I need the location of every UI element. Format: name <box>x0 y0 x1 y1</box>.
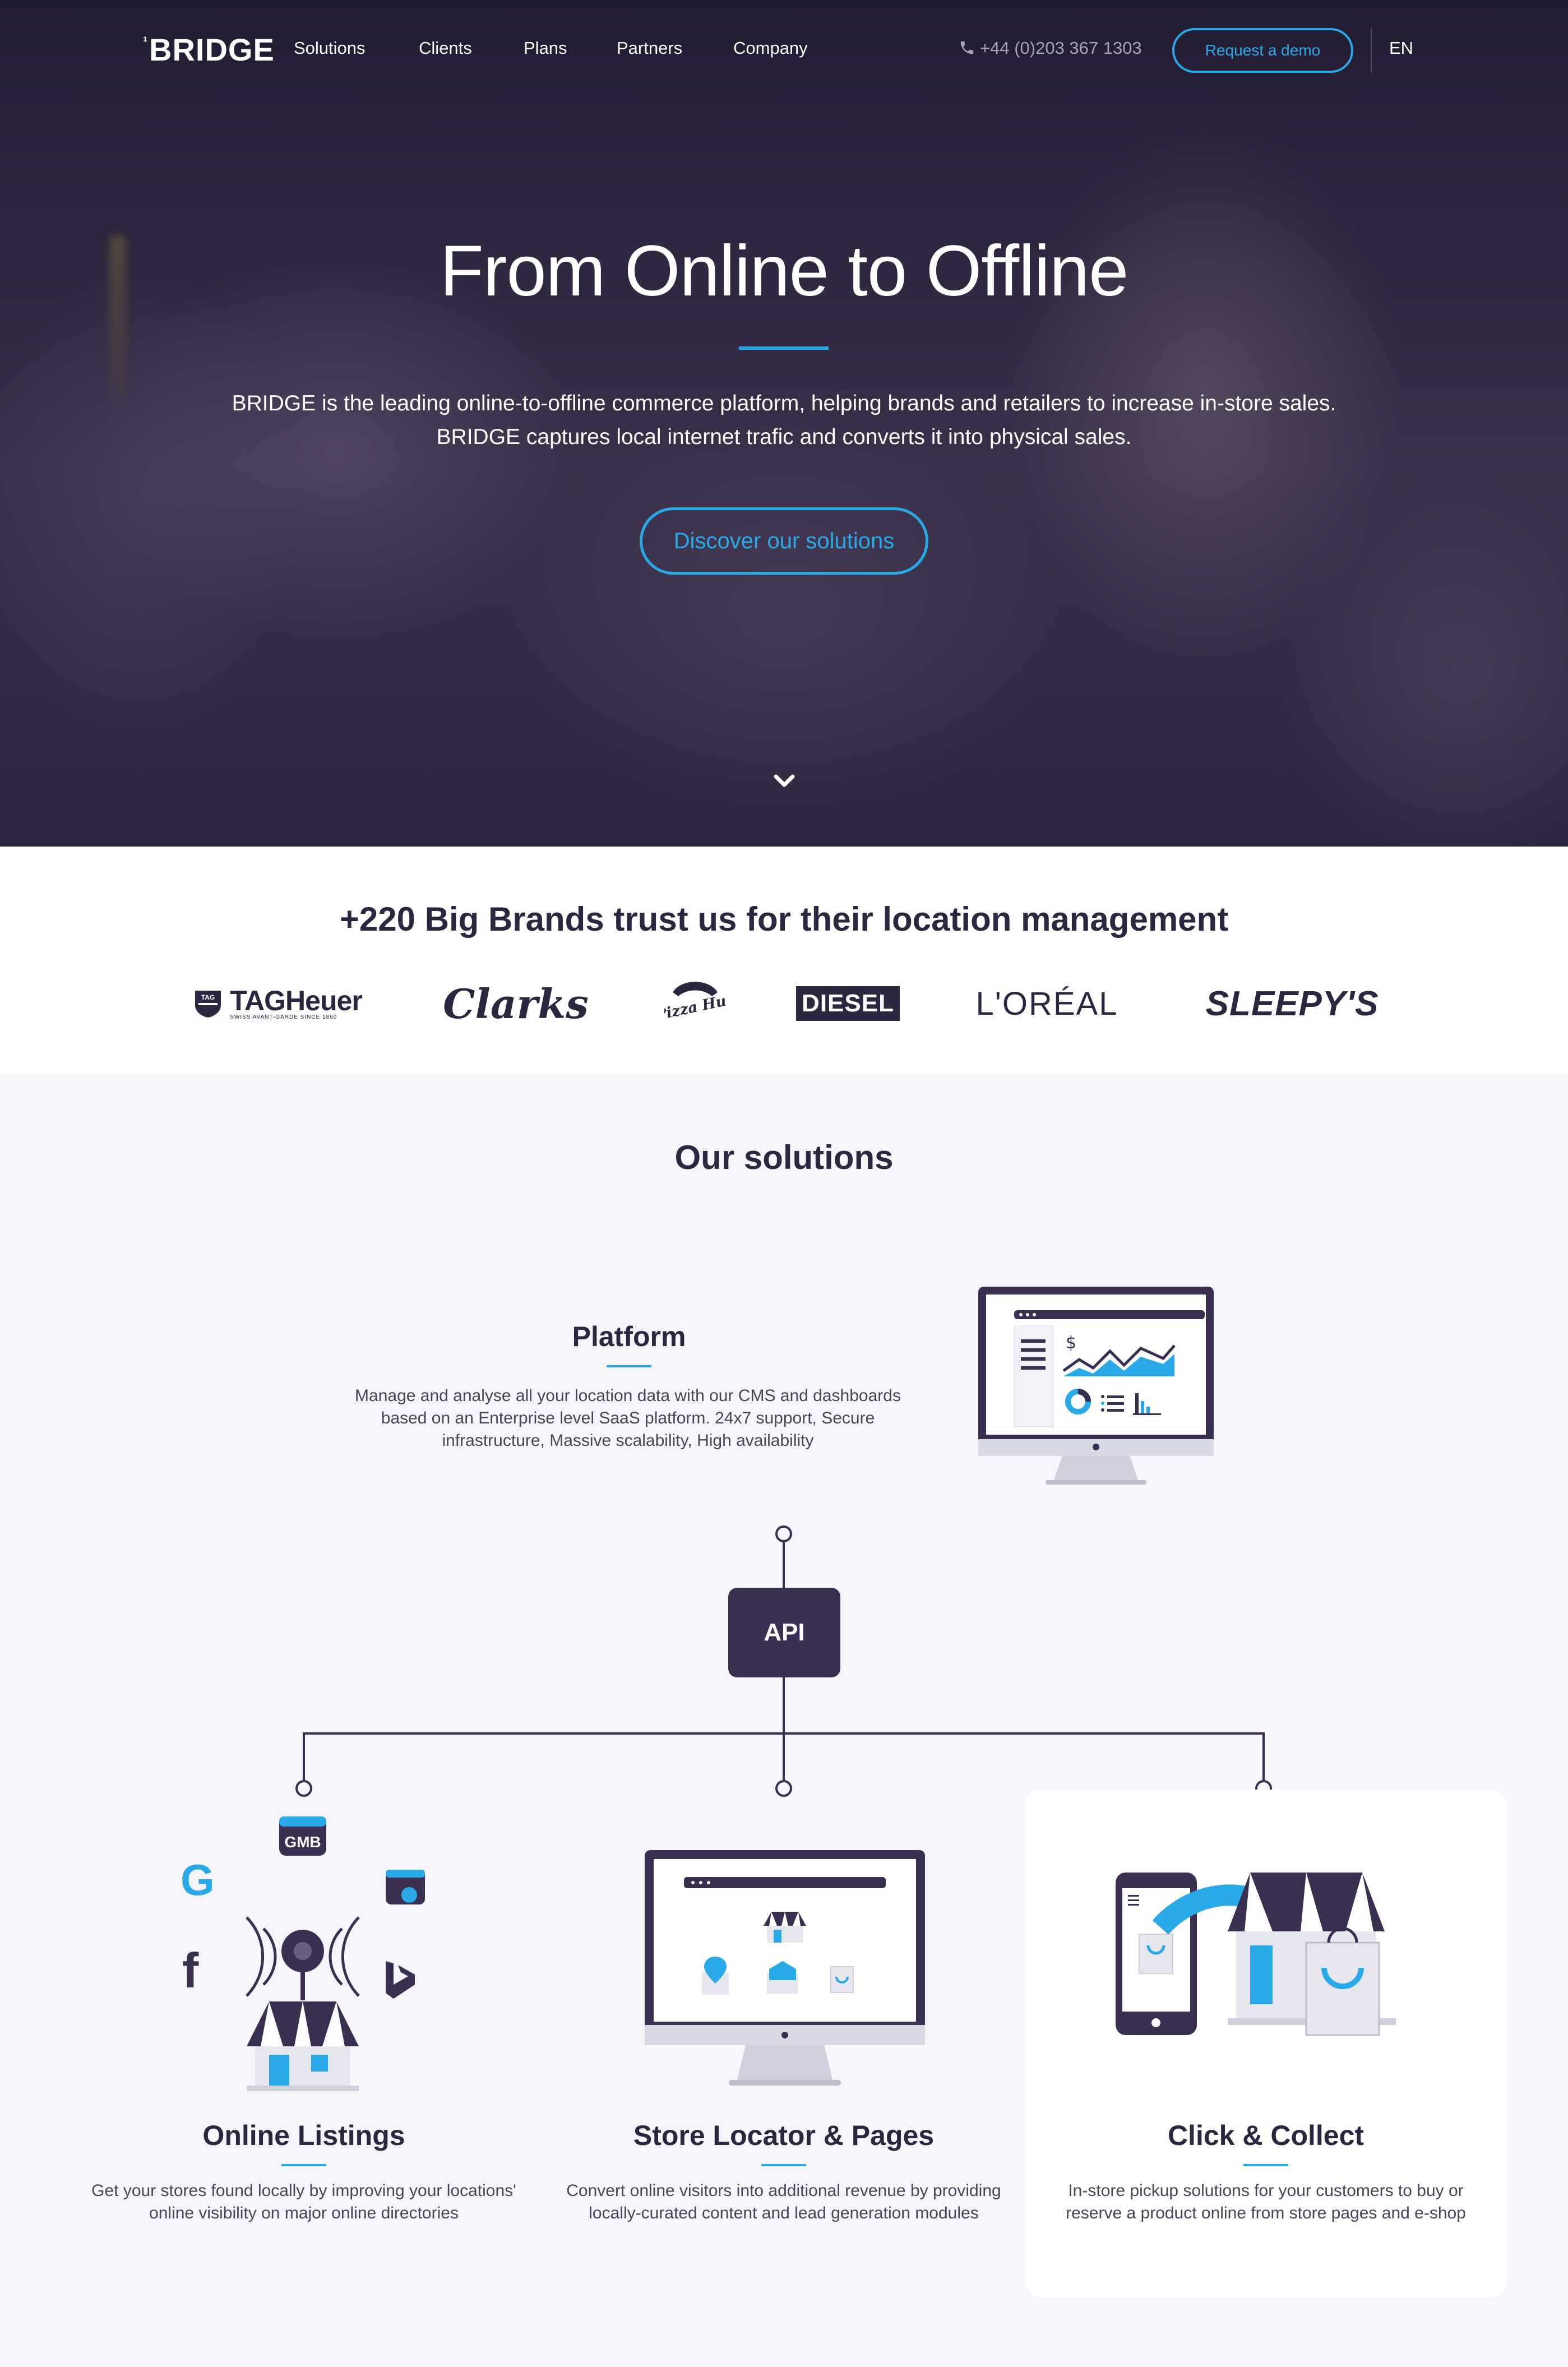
phone-link[interactable]: +44 (0)203 367 1303 <box>959 38 1142 58</box>
online-listings-illustration: GMB G f <box>181 1816 425 2091</box>
click-collect-illustration <box>1116 1873 1396 2036</box>
platform-dashboard-illustration: $ <box>978 1287 1214 1485</box>
tag-shield-text: TAG <box>201 993 215 1001</box>
platform-title-underline <box>607 1365 651 1367</box>
svg-text:f: f <box>182 1943 199 1998</box>
hero-title-underline <box>739 346 829 350</box>
svg-text:G: G <box>181 1855 215 1904</box>
nav-divider <box>1371 28 1372 73</box>
nav-link-partners[interactable]: Partners <box>617 38 682 58</box>
nav-link-company[interactable]: Company <box>733 38 808 58</box>
hero-subtitle: BRIDGE is the leading online-to-offline … <box>232 391 1336 449</box>
brands-title: +220 Big Brands trust us for their locat… <box>339 900 1229 938</box>
click-collect-description: In-store pickup solutions for your custo… <box>1066 2181 1466 2222</box>
solutions-title: Our solutions <box>674 1139 894 1176</box>
discover-solutions-button[interactable]: Discover our solutions <box>640 507 928 575</box>
store-locator-illustration <box>645 1850 925 2086</box>
platform-title: Platform <box>572 1321 686 1352</box>
click-collect-title: Click & Collect <box>1167 2120 1365 2151</box>
nav-link-solutions[interactable]: Solutions <box>294 38 366 58</box>
tagheuer-shield-icon: TAG <box>195 991 221 1018</box>
svg-text:$: $ <box>1066 1333 1076 1353</box>
logo-text: BRIDGE <box>149 32 275 67</box>
nav-link-plans[interactable]: Plans <box>524 38 567 58</box>
api-node: API <box>728 1588 840 1677</box>
phone-icon <box>960 41 974 54</box>
tagheuer-wordmark: TAGHeuer <box>230 985 363 1016</box>
clarks-logo: Clarks <box>443 979 589 1028</box>
online-listings-description: Get your stores found locally by improvi… <box>91 2181 516 2222</box>
phone-number: +44 (0)203 367 1303 <box>980 38 1142 58</box>
online-listings-title: Online Listings <box>202 2120 405 2151</box>
nav-link-clients[interactable]: Clients <box>419 38 472 58</box>
diesel-wordmark: DIESEL <box>796 986 900 1021</box>
platform-description: Manage and analyse all your location dat… <box>355 1386 901 1450</box>
bridge-logo[interactable]: ¹BRIDGE <box>143 31 275 68</box>
pizzahut-wordmark: Pizza Hut <box>664 991 726 1024</box>
hero-title: From Online to Offline <box>440 231 1129 311</box>
diesel-logo: DIESEL <box>796 973 900 1034</box>
online-listings-underline <box>281 2164 326 2166</box>
store-locator-title: Store Locator & Pages <box>633 2120 935 2151</box>
pizzahut-hat-icon: Pizza Hut <box>664 982 726 1024</box>
brands-section: +220 Big Brands trust us for their locat… <box>0 847 1568 1074</box>
language-selector[interactable]: EN <box>1389 38 1413 58</box>
tagheuer-logo: TAG TAGHeuer SWISS AVANT-GARDE SINCE 1860 <box>191 973 364 1034</box>
top-navigation: ¹BRIDGE Solutions Clients Plans Partners… <box>0 0 1568 101</box>
loreal-logo: L'ORÉAL <box>975 985 1118 1022</box>
click-collect-underline <box>1243 2164 1288 2166</box>
store-locator-underline <box>761 2164 806 2166</box>
request-demo-button[interactable]: Request a demo <box>1172 28 1353 73</box>
sleepys-logo: SLEEPY'S <box>1205 984 1379 1023</box>
hero-section: ¹BRIDGE Solutions Clients Plans Partners… <box>0 0 1568 847</box>
pizzahut-logo: Pizza Hut <box>664 973 726 1034</box>
store-locator-description: Convert online visitors into additional … <box>566 2181 1001 2222</box>
gmb-label: GMB <box>284 1833 321 1851</box>
chevron-down-icon[interactable] <box>773 771 796 790</box>
